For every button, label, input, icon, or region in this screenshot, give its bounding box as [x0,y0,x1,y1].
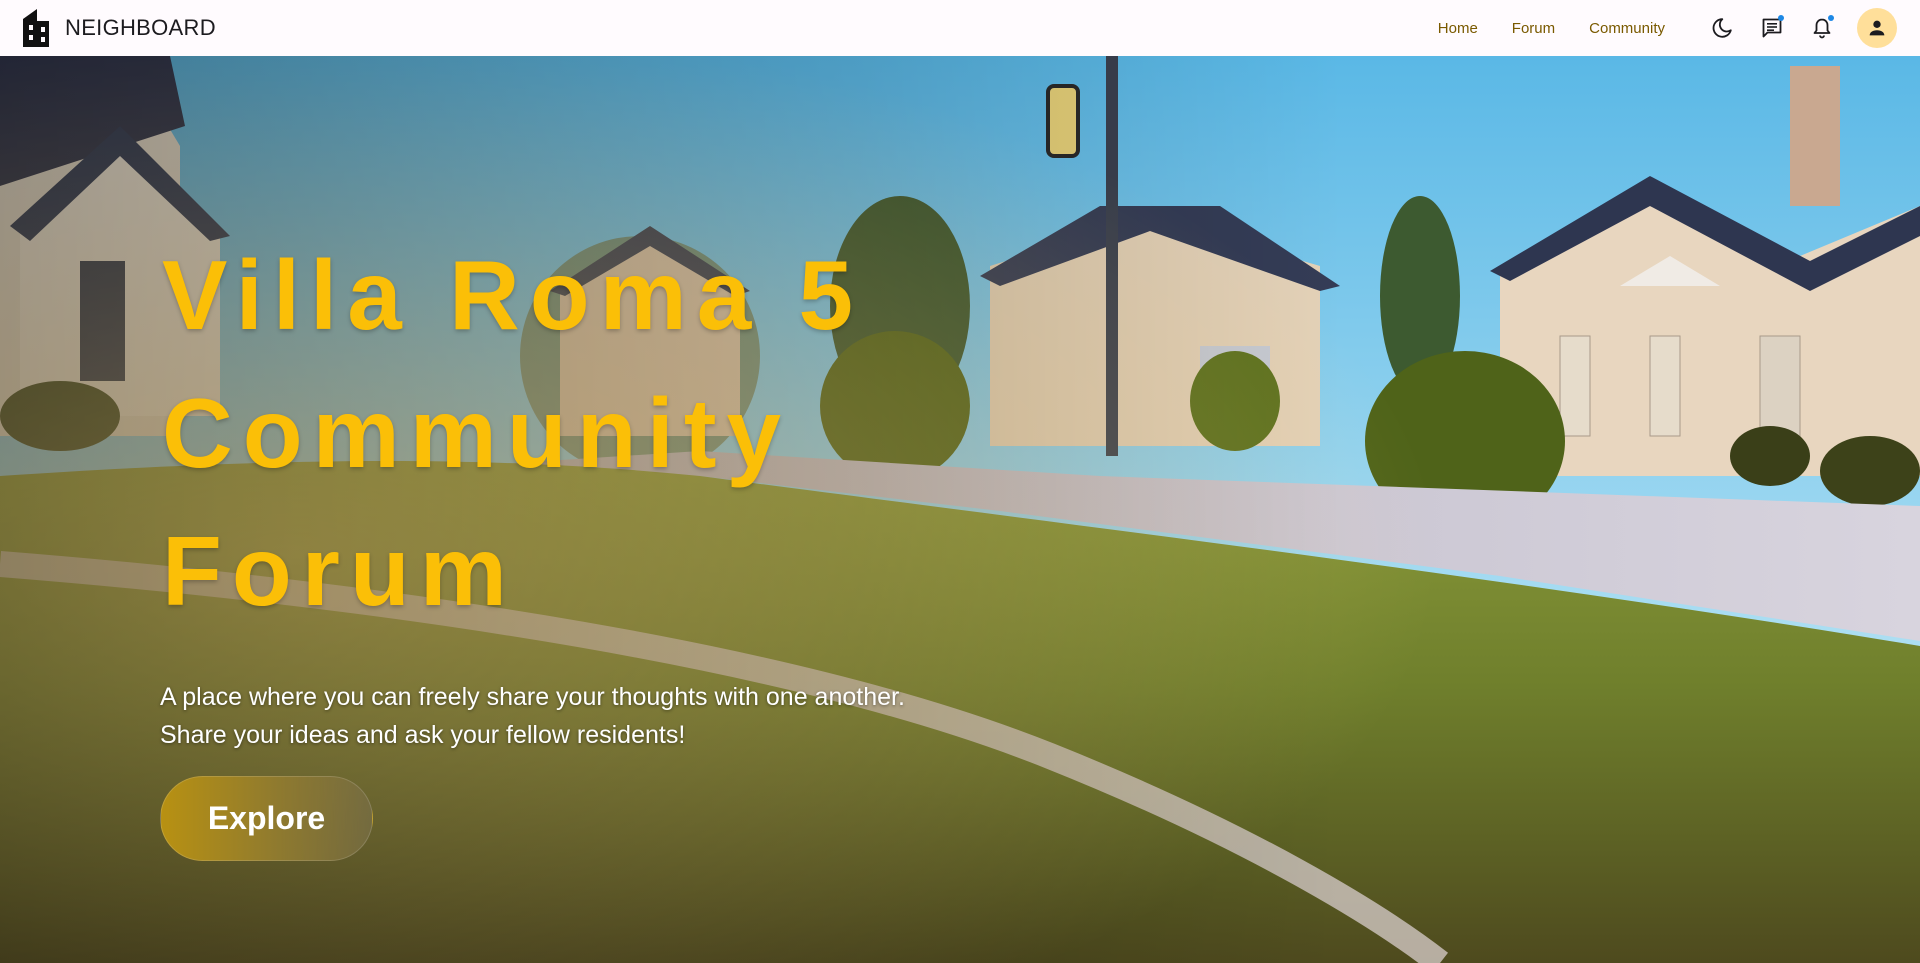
person-icon [1869,20,1885,36]
nav-link-home[interactable]: Home [1421,12,1495,45]
explore-button[interactable]: Explore [160,776,373,861]
hero-title-line: Villa Roma 5 [162,240,864,350]
hero-title: Villa Roma 5 Community Forum [162,226,863,640]
hero-subtitle: A place where you can freely share your … [160,678,905,754]
hero-title-line: Community [162,378,791,488]
notifications-badge [1828,15,1834,21]
hero-section: Villa Roma 5 Community Forum A place whe… [0,56,1920,963]
notifications-button[interactable] [1802,8,1842,48]
hero-title-line: Forum [162,516,517,626]
nav-link-community[interactable]: Community [1572,12,1682,45]
messages-button[interactable] [1752,8,1792,48]
hero-subtitle-line: A place where you can freely share your … [160,683,905,711]
messages-badge [1778,15,1784,21]
nav-menu: Home Forum Community [1421,0,1920,56]
theme-toggle-button[interactable] [1702,8,1742,48]
hero-subtitle-line: Share your ideas and ask your fellow res… [160,721,686,749]
top-navbar: NEIGHBOARD Home Forum Community [0,0,1920,56]
building-icon [23,9,49,47]
nav-link-forum[interactable]: Forum [1495,12,1572,45]
avatar[interactable] [1857,8,1897,48]
brand[interactable]: NEIGHBOARD [21,7,216,49]
brand-name: NEIGHBOARD [65,15,216,40]
moon-icon [1712,18,1732,38]
